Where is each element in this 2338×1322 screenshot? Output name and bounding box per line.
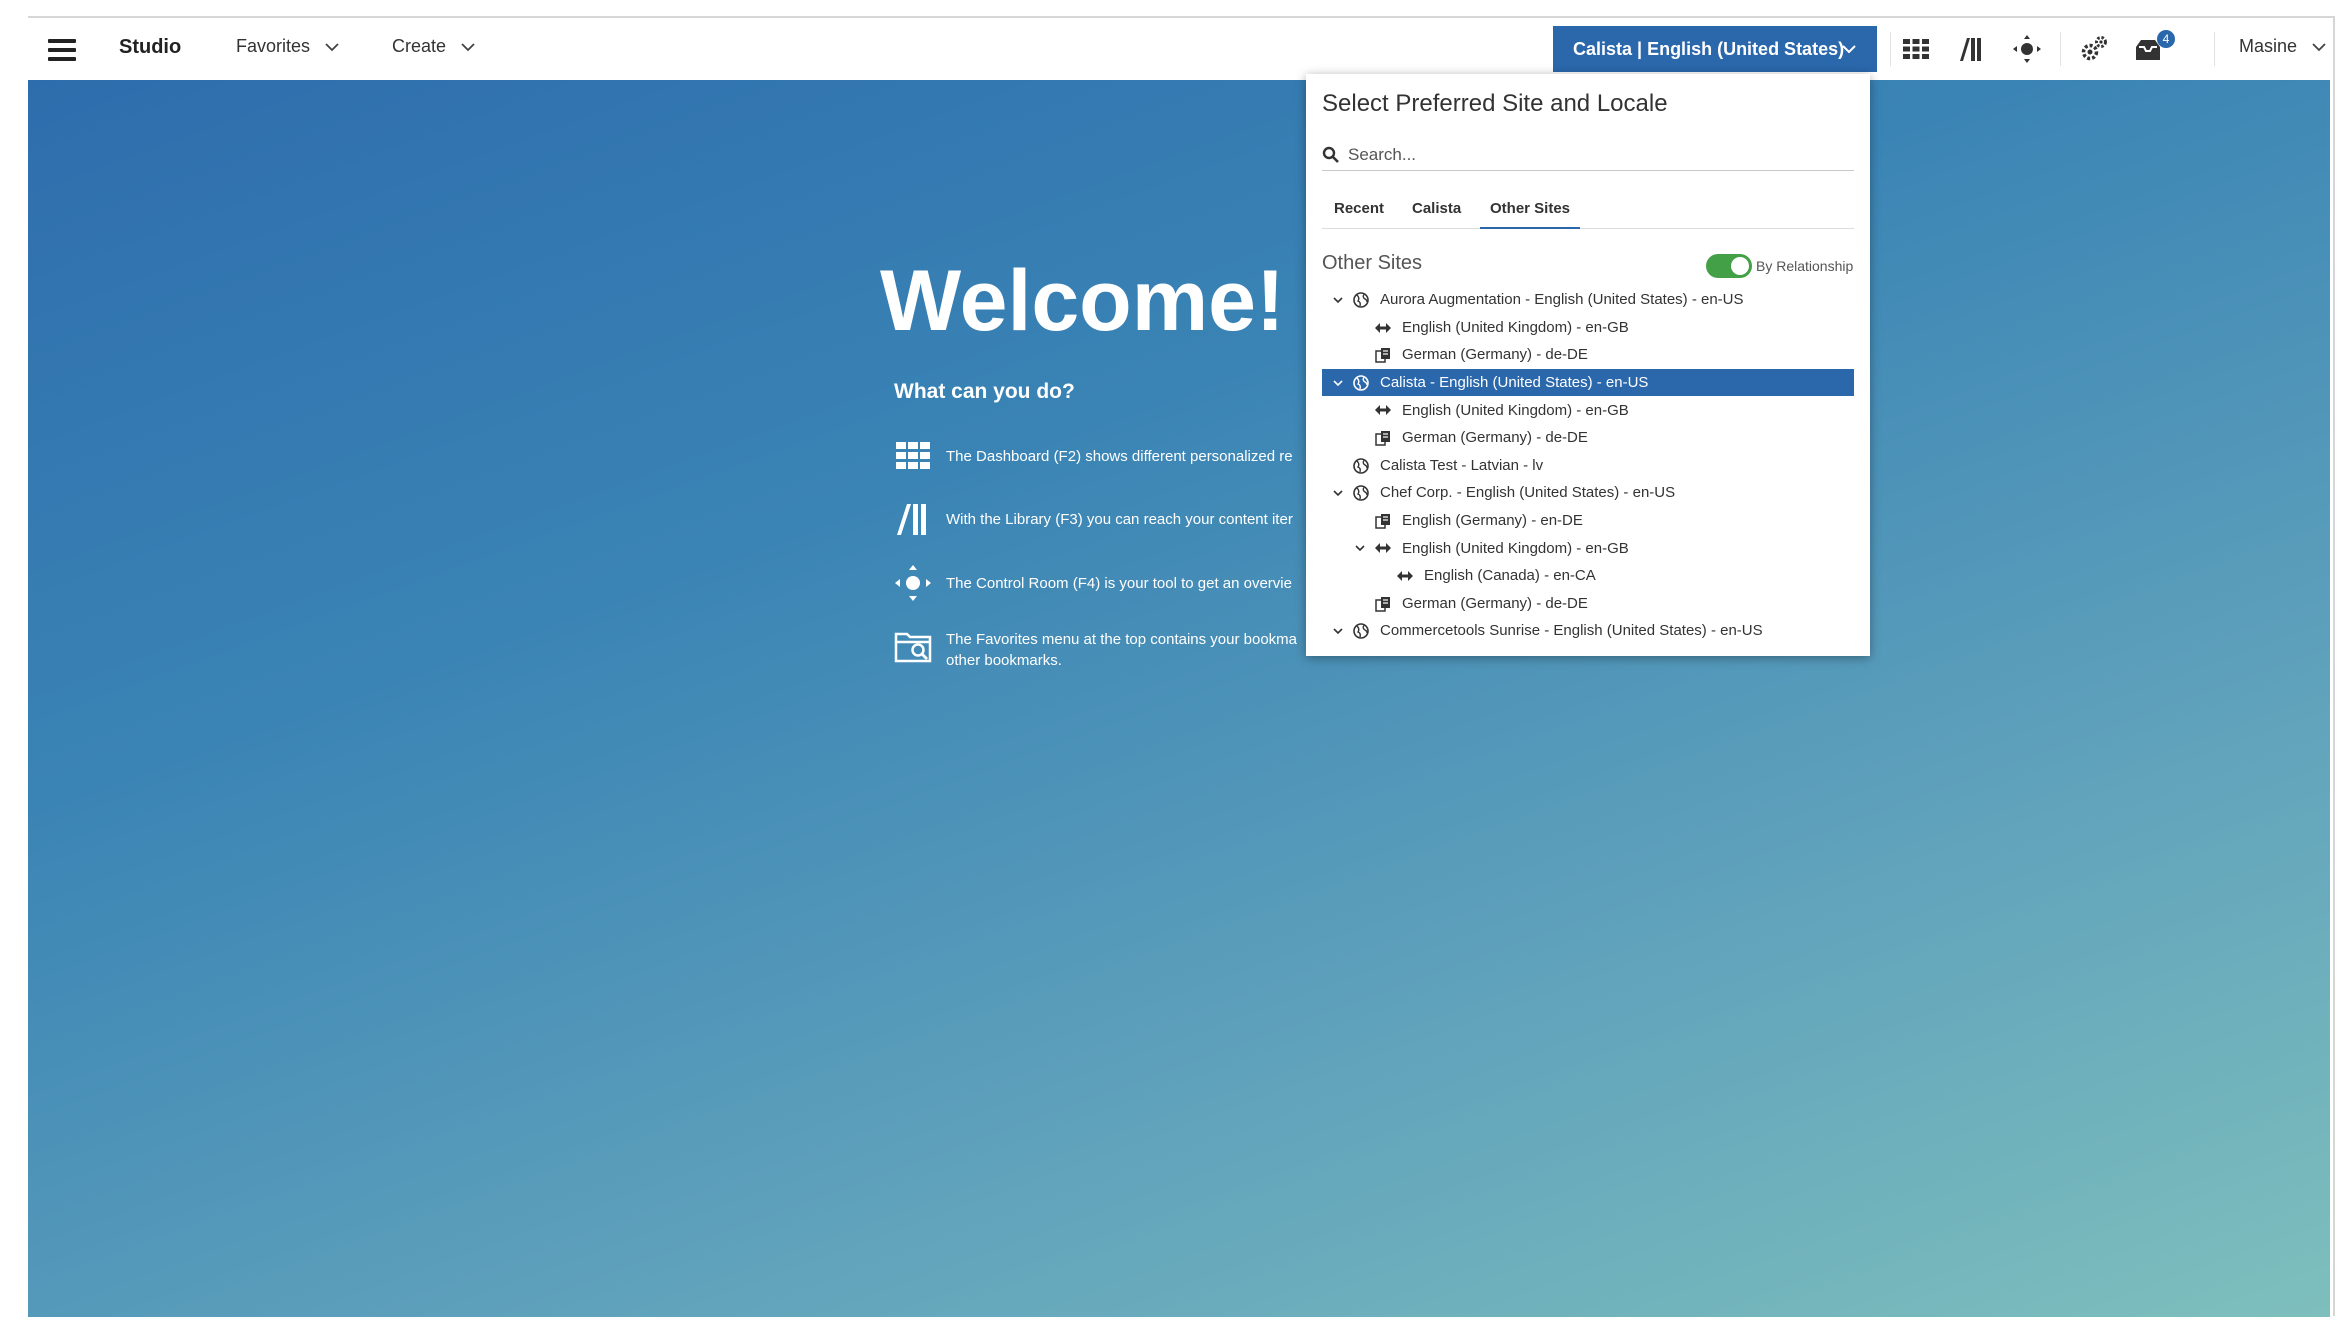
globe-icon bbox=[1353, 485, 1369, 501]
dashboard-grid-icon bbox=[896, 442, 930, 469]
library-icon[interactable] bbox=[1956, 33, 1988, 65]
site-tree-label: Calista Test - Latvian - lv bbox=[1380, 456, 1544, 474]
translation-icon bbox=[1375, 430, 1390, 446]
tip-favorites: The Favorites menu at the top contains y… bbox=[894, 628, 1326, 671]
site-tree-label: English (Canada) - en-CA bbox=[1424, 567, 1596, 585]
site-tree-item[interactable]: German (Germany) - de-DE bbox=[1322, 424, 1854, 452]
site-tree-item[interactable]: English (Germany) - en-DE bbox=[1322, 507, 1854, 535]
search-field[interactable] bbox=[1322, 140, 1854, 171]
create-menu-button[interactable]: Create bbox=[392, 36, 476, 57]
site-tree-label: German (Germany) - de-DE bbox=[1402, 346, 1588, 364]
site-locale-label: Calista | English (United States) bbox=[1573, 38, 1845, 59]
derived-arrows-icon bbox=[1375, 543, 1391, 554]
site-tree: Aurora Augmentation - English (United St… bbox=[1322, 286, 1854, 645]
tip-text: The Favorites menu at the top contains y… bbox=[946, 631, 1298, 669]
site-tree-item[interactable]: Commercetools Sunrise - English (United … bbox=[1322, 617, 1854, 645]
site-tree-label: English (Germany) - en-DE bbox=[1402, 512, 1583, 530]
chevron-down-icon[interactable] bbox=[1332, 625, 1344, 637]
site-tree-label: Calista - English (United States) - en-U… bbox=[1380, 374, 1649, 392]
toolbar-divider bbox=[2060, 32, 2061, 66]
globe-icon bbox=[1353, 457, 1369, 474]
tip-text: The Dashboard (F2) shows different perso… bbox=[946, 448, 1293, 465]
toolbar-divider bbox=[2214, 32, 2215, 66]
site-tree-label: Chef Corp. - English (United States) - e… bbox=[1380, 484, 1676, 502]
library-icon bbox=[897, 504, 926, 535]
translation-icon bbox=[1375, 513, 1390, 529]
derived-arrows-icon bbox=[1397, 570, 1413, 581]
site-tree-item[interactable]: English (Canada) - en-CA bbox=[1322, 562, 1854, 590]
toggle-knob bbox=[1731, 257, 1749, 275]
site-tree-item[interactable]: English (United Kingdom) - en-GB bbox=[1322, 534, 1854, 562]
favorites-menu-button[interactable]: Favorites bbox=[236, 36, 340, 57]
site-tree-label: English (United Kingdom) - en-GB bbox=[1402, 539, 1629, 557]
chevron-down-icon[interactable] bbox=[1332, 377, 1344, 389]
tip-text: The Control Room (F4) is your tool to ge… bbox=[946, 575, 1292, 592]
search-icon bbox=[1322, 146, 1339, 163]
site-tree-item[interactable]: German (Germany) - de-DE bbox=[1322, 590, 1854, 618]
translation-icon bbox=[1375, 596, 1390, 612]
site-tree-label: Aurora Augmentation - English (United St… bbox=[1380, 291, 1744, 309]
globe-icon bbox=[1353, 623, 1369, 639]
control-room-icon bbox=[895, 565, 931, 601]
create-menu-label: Create bbox=[392, 36, 447, 56]
user-name: Masine bbox=[2239, 36, 2298, 56]
derived-arrows-icon bbox=[1375, 405, 1391, 416]
tab-other-sites[interactable]: Other Sites bbox=[1480, 200, 1581, 229]
chevron-down-icon bbox=[1842, 45, 1856, 54]
chevron-down-icon[interactable] bbox=[1332, 487, 1344, 499]
dashboard-grid-icon[interactable] bbox=[1900, 33, 1932, 65]
search-input[interactable] bbox=[1346, 144, 1850, 166]
site-tree-label: German (Germany) - de-DE bbox=[1402, 594, 1588, 612]
favorites-menu-label: Favorites bbox=[236, 36, 311, 56]
chevron-down-icon[interactable] bbox=[1354, 542, 1366, 554]
toolbar-divider bbox=[1890, 32, 1891, 66]
tab-calista[interactable]: Calista bbox=[1412, 200, 1461, 217]
tip-dashboard: The Dashboard (F2) shows different perso… bbox=[894, 438, 1326, 476]
site-tree-label: English (United Kingdom) - en-GB bbox=[1402, 318, 1629, 336]
chevron-down-icon bbox=[461, 42, 475, 51]
site-tree-item[interactable]: English (United Kingdom) - en-GB bbox=[1322, 396, 1854, 424]
toggle-label: By Relationship bbox=[1756, 258, 1854, 274]
site-tree-item[interactable]: Aurora Augmentation - English (United St… bbox=[1322, 286, 1854, 314]
site-locale-button[interactable]: Calista | English (United States) bbox=[1553, 26, 1877, 72]
welcome-subtitle: What can you do? bbox=[894, 380, 1075, 403]
welcome-title: Welcome! bbox=[880, 253, 1285, 349]
tab-recent[interactable]: Recent bbox=[1334, 200, 1384, 217]
derived-arrows-icon bbox=[1375, 322, 1391, 333]
user-menu-button[interactable]: Masine bbox=[2239, 36, 2327, 57]
translation-icon bbox=[1375, 348, 1390, 363]
site-tree-label: German (Germany) - de-DE bbox=[1402, 429, 1588, 447]
site-tree-label: English (United Kingdom) - en-GB bbox=[1402, 401, 1629, 419]
site-locale-dropdown: Select Preferred Site and Locale Recent … bbox=[1306, 74, 1870, 656]
tip-text: With the Library (F3) you can reach your… bbox=[946, 511, 1293, 528]
welcome-area: Welcome! bbox=[28, 80, 2330, 1317]
chevron-down-icon bbox=[2312, 42, 2326, 51]
site-tree-item[interactable]: German (Germany) - de-DE bbox=[1322, 341, 1854, 369]
settings-gears-icon[interactable] bbox=[2078, 33, 2110, 65]
top-bar: Studio Favorites Create Calista | Englis… bbox=[28, 18, 2330, 80]
tip-control-room: The Control Room (F4) is your tool to ge… bbox=[894, 564, 1326, 602]
window-frame-right bbox=[2333, 16, 2335, 1316]
site-tree-item[interactable]: English (United Kingdom) - en-GB bbox=[1322, 314, 1854, 342]
globe-icon bbox=[1353, 374, 1369, 391]
chevron-down-icon bbox=[325, 42, 339, 51]
notification-count-badge: 4 bbox=[2157, 30, 2175, 48]
site-tree-item[interactable]: Calista - English (United States) - en-U… bbox=[1322, 368, 1854, 397]
site-tree-label: Commercetools Sunrise - English (United … bbox=[1380, 622, 1763, 640]
section-title: Other Sites bbox=[1322, 252, 1423, 274]
tip-library: With the Library (F3) you can reach your… bbox=[894, 500, 1326, 538]
control-room-icon[interactable] bbox=[2011, 33, 2043, 65]
dropdown-tabs: Recent Calista Other Sites bbox=[1322, 188, 1854, 229]
globe-icon bbox=[1353, 292, 1369, 308]
chevron-down-icon[interactable] bbox=[1332, 294, 1344, 306]
app-brand[interactable]: Studio bbox=[119, 36, 181, 59]
site-tree-item[interactable]: Calista Test - Latvian - lv bbox=[1322, 452, 1854, 480]
site-tree-item[interactable]: Chef Corp. - English (United States) - e… bbox=[1322, 479, 1854, 507]
by-relationship-toggle[interactable] bbox=[1706, 254, 1752, 278]
favorites-folder-icon bbox=[894, 632, 932, 663]
dropdown-title: Select Preferred Site and Locale bbox=[1322, 90, 1668, 117]
hamburger-menu-icon[interactable] bbox=[48, 39, 76, 61]
